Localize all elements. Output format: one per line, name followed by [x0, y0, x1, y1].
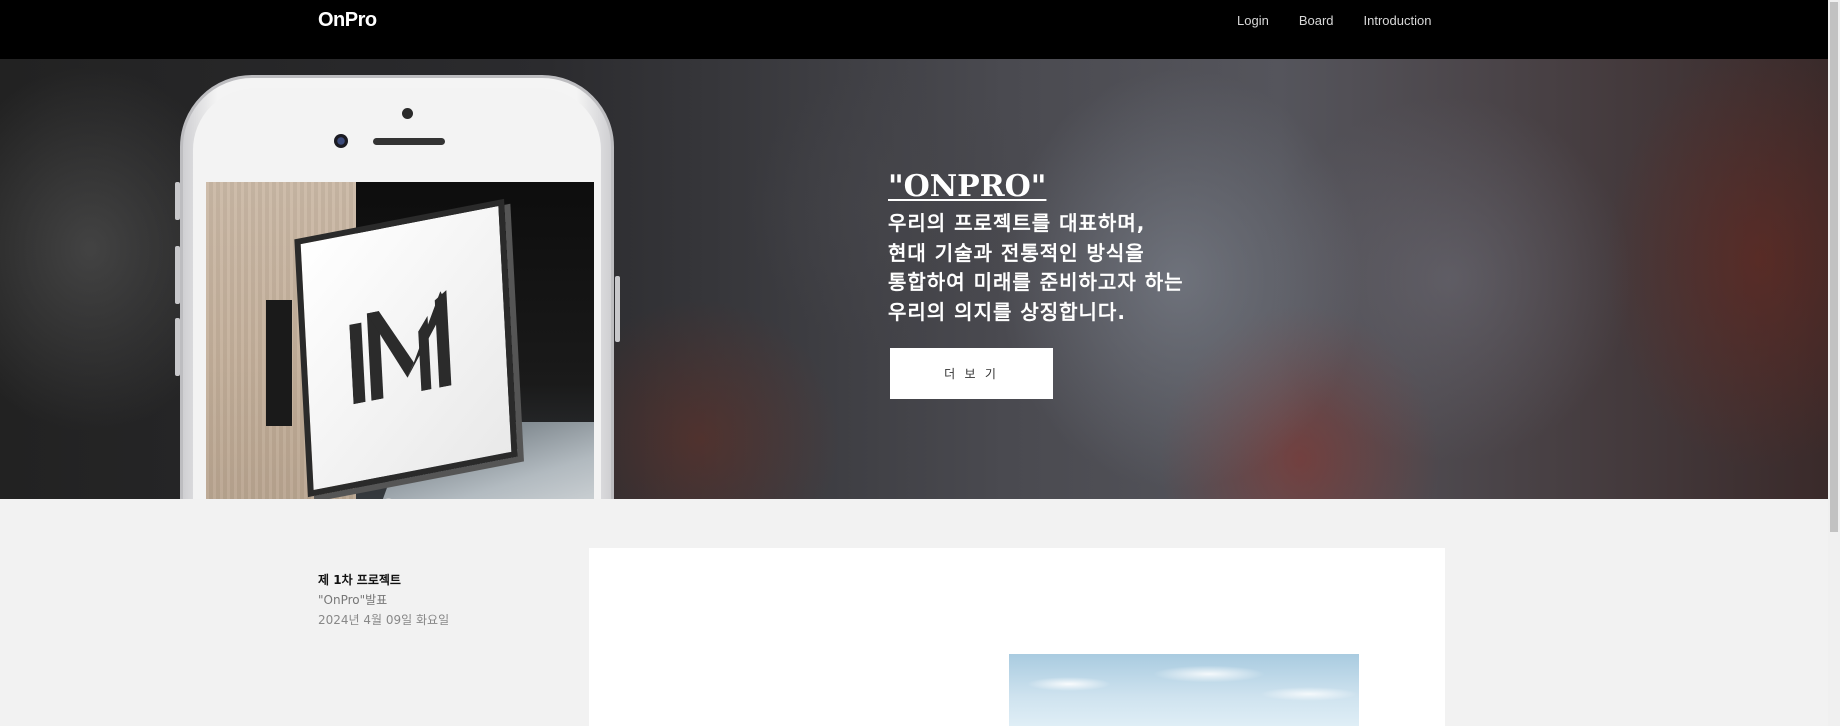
sign-bracket — [266, 300, 292, 426]
phone-speaker — [373, 138, 445, 145]
more-button[interactable]: 더 보 기 — [890, 348, 1053, 399]
hero-title: "ONPRO" — [888, 169, 1047, 204]
phone-camera-icon — [334, 134, 348, 148]
phone-side-button — [175, 182, 180, 220]
logo-signboard — [294, 198, 518, 498]
sky-image — [1009, 654, 1359, 726]
phone-volume-down — [175, 318, 180, 376]
phone-screen-image — [206, 182, 594, 499]
main-nav: Login Board Introduction — [1237, 13, 1461, 28]
m-logo-icon — [349, 290, 452, 405]
nav-introduction[interactable]: Introduction — [1364, 13, 1432, 28]
nav-board[interactable]: Board — [1299, 13, 1334, 28]
project-subtitle: "OnPro"발표 — [318, 593, 388, 607]
project-title: 제 1차 프로젝트 — [318, 573, 401, 587]
nav-login[interactable]: Login — [1237, 13, 1269, 28]
phone-power-button — [615, 276, 620, 342]
hero-description: 우리의 프로젝트를 대표하며, 현대 기술과 전통적인 방식을 통합하여 미래를… — [888, 211, 1184, 324]
phone-sensor — [402, 108, 413, 119]
project-info: 제 1차 프로젝트 "OnPro"발표 2024년 4월 09일 화요일 — [318, 570, 449, 630]
site-logo[interactable]: OnPro — [318, 9, 377, 32]
project-date: 2024년 4월 09일 화요일 — [318, 613, 450, 627]
phone-mockup — [175, 75, 620, 499]
hero-banner: "ONPRO" 우리의 프로젝트를 대표하며, 현대 기술과 전통적인 방식을 … — [0, 59, 1828, 499]
phone-volume-up — [175, 246, 180, 304]
scrollbar-thumb[interactable] — [1830, 2, 1838, 532]
top-header: OnPro Login Board Introduction — [0, 0, 1828, 59]
content-panel — [589, 548, 1445, 726]
